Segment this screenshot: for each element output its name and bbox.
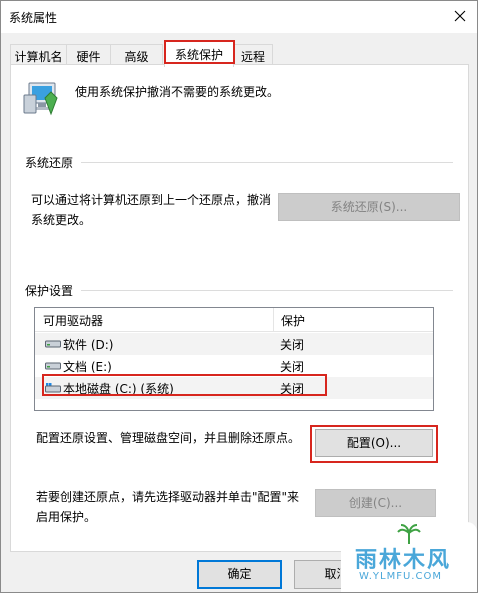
drive-protection-state: 关闭 <box>280 360 305 374</box>
tab-advanced[interactable]: 高级 <box>110 44 163 66</box>
restore-desc-line: 系统更改。 <box>31 213 92 227</box>
watermark-url: W.YLMFU.COM <box>359 571 442 582</box>
configure-button[interactable]: 配置(O)... <box>315 429 433 457</box>
drive-row[interactable]: 本地磁盘 (C:) (系统) 关闭 <box>35 377 433 399</box>
tab-computer-name[interactable]: 计算机名 <box>10 44 67 66</box>
watermark-title: 雨林木风 <box>355 548 452 573</box>
create-button[interactable]: 创建(C)... <box>315 489 436 517</box>
palm-tree-icon <box>397 524 421 544</box>
tab-remote[interactable]: 远程 <box>233 44 273 66</box>
system-protection-icon <box>23 82 58 116</box>
tab-label: 硬件 <box>76 50 101 64</box>
create-description: 若要创建还原点，请先选择驱动器并单击"配置"来 启用保护。 <box>36 487 299 527</box>
windows-drive-icon <box>45 383 61 393</box>
column-header-drive[interactable]: 可用驱动器 <box>43 312 103 329</box>
restore-description: 可以通过将计算机还原到上一个还原点，撤消 系统更改。 <box>31 190 271 230</box>
drive-list[interactable]: 可用驱动器 保护 软件 (D:) 关闭 文档 (E:) 关闭 本地磁盘 (C:)… <box>34 307 434 411</box>
tab-label: 系统保护 <box>174 48 223 62</box>
protection-group-title: 保护设置 <box>25 284 74 298</box>
tab-bar: 计算机名 硬件 高级 系统保护 远程 <box>1 33 477 67</box>
divider <box>81 290 453 291</box>
list-header: 可用驱动器 保护 <box>35 308 433 332</box>
title-bar: 系统属性 <box>1 1 477 33</box>
drive-protection-state: 关闭 <box>280 338 305 352</box>
close-button[interactable] <box>443 1 477 31</box>
drive-row[interactable]: 文档 (E:) 关闭 <box>35 355 433 377</box>
restore-desc-line: 可以通过将计算机还原到上一个还原点，撤消 <box>31 193 272 207</box>
window-title: 系统属性 <box>9 11 58 25</box>
column-separator <box>273 308 274 332</box>
tab-label: 计算机名 <box>14 50 63 64</box>
drive-name: 软件 (D:) <box>63 338 114 352</box>
drive-row[interactable]: 软件 (D:) 关闭 <box>35 333 433 355</box>
tab-hardware[interactable]: 硬件 <box>66 44 111 66</box>
ok-button[interactable]: 确定 <box>197 560 282 589</box>
create-desc-line: 启用保护。 <box>36 510 97 524</box>
drive-protection-state: 关闭 <box>280 382 305 396</box>
drive-name: 文档 (E:) <box>63 360 112 374</box>
tab-system-protection[interactable]: 系统保护 <box>164 40 234 67</box>
drive-icon <box>45 340 61 348</box>
tab-label: 远程 <box>240 50 265 64</box>
tab-label: 高级 <box>124 50 149 64</box>
column-header-protection[interactable]: 保护 <box>281 312 305 329</box>
close-icon <box>454 10 466 22</box>
restore-group-title: 系统还原 <box>25 156 74 170</box>
config-description: 配置还原设置、管理磁盘空间，并且删除还原点。 <box>36 431 301 445</box>
system-restore-button[interactable]: 系统还原(S)... <box>278 193 460 221</box>
drive-name: 本地磁盘 (C:) (系统) <box>63 382 174 396</box>
intro-text: 使用系统保护撤消不需要的系统更改。 <box>75 85 280 99</box>
divider <box>81 162 453 163</box>
create-desc-line: 若要创建还原点，请先选择驱动器并单击"配置"来 <box>36 490 300 504</box>
drive-icon <box>45 362 61 370</box>
watermark: 雨林木风 W.YLMFU.COM <box>341 522 477 592</box>
system-properties-window: 系统属性 计算机名 硬件 高级 系统保护 远程 使用系统保护撤消不需要的系统更改… <box>0 0 478 593</box>
